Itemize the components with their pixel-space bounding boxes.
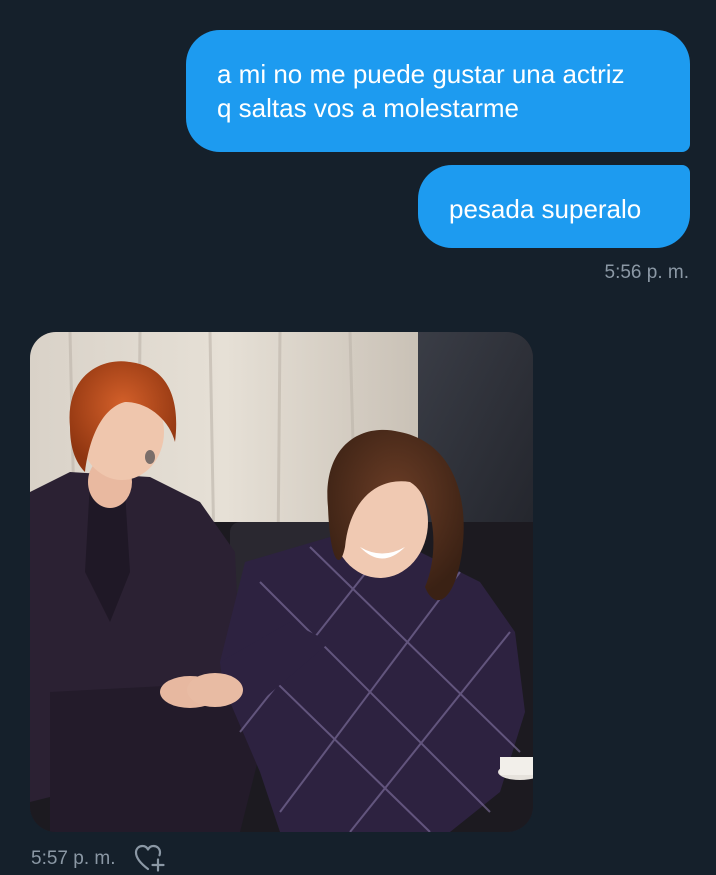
photo-illustration	[30, 332, 533, 832]
message-timestamp: 5:57 p. m.	[31, 848, 116, 869]
message-timestamp: 5:56 p. m.	[604, 262, 690, 283]
conversation: a mi no me puede gustar una actriz q sal…	[0, 0, 716, 875]
received-image[interactable]	[30, 332, 533, 832]
sent-message-bubble[interactable]: pesada superalo	[418, 165, 690, 248]
sent-message-bubble[interactable]: a mi no me puede gustar una actriz q sal…	[186, 30, 690, 152]
heart-plus-icon[interactable]	[134, 843, 166, 873]
message-text-line: q saltas vos a molestarme	[217, 93, 520, 123]
message-text: pesada superalo	[449, 194, 642, 224]
message-text-line: a mi no me puede gustar una actriz	[217, 59, 625, 89]
